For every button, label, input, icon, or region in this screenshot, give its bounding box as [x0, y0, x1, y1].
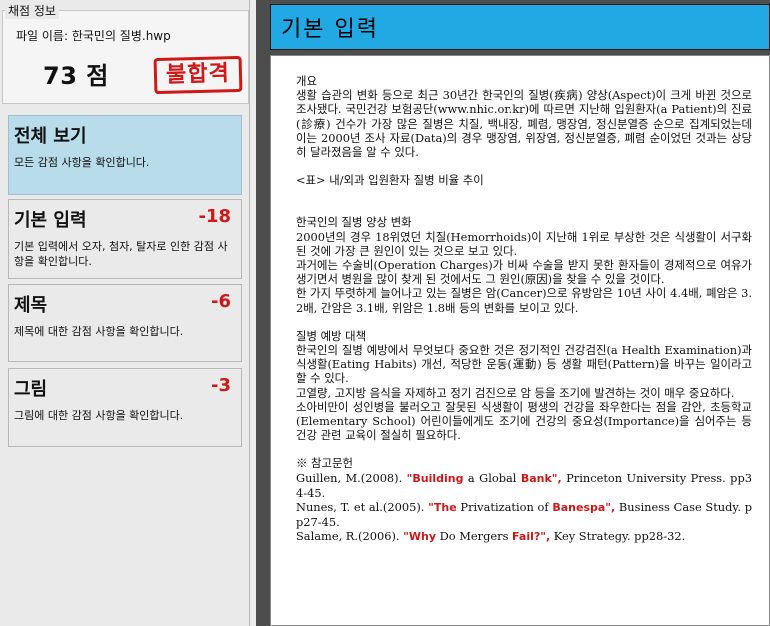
- grading-info-box: 파일 이름: 한국민의 질병.hwp 73 점 불합격: [2, 10, 249, 104]
- doc-paragraph: 한국인의 질병 예방에서 무엇보다 중요한 것은 정기적인 건강검진(a Hea…: [296, 343, 752, 386]
- card-description: 제목에 대한 감점 사항을 확인합니다.: [14, 325, 184, 338]
- figure-card[interactable]: 그림 -3 그림에 대한 감점 사항을 확인합니다.: [8, 368, 242, 447]
- doc-paragraph: 한 가지 뚜렷하게 늘어나고 있는 질병은 암(Cancer)으로 유방암은 1…: [296, 286, 752, 315]
- document-viewer: 기본 입력 개요 생활 습관의 변화 등으로 최근 30년간 한국인의 질병(疾…: [256, 0, 770, 626]
- ref-text: Do Mergers: [436, 529, 513, 544]
- section-title: 기본 입력: [281, 17, 379, 42]
- ref-text: a Global: [463, 470, 521, 485]
- doc-paragraph: 고열량, 고지방 음식을 자제하고 정기 검진으로 암 등을 조기에 발견하는 …: [296, 385, 735, 400]
- title-card[interactable]: 제목 -6 제목에 대한 감점 사항을 확인합니다.: [8, 284, 242, 362]
- references-title: ※ 참고문헌: [296, 456, 353, 471]
- card-description: 그림에 대한 감점 사항을 확인합니다.: [14, 409, 184, 422]
- ref-text: Key Strategy. pp28-32.: [550, 529, 686, 544]
- error-highlight: "Why: [403, 530, 437, 544]
- doc-paragraph: 개요: [296, 74, 317, 88]
- basic-input-card[interactable]: 기본 입력 -18 기본 입력에서 오자, 첨자, 탈자로 인한 감점 사항을 …: [8, 199, 242, 279]
- reference-entry: Guillen, M.(2008). "Building a Global Ba…: [296, 471, 752, 500]
- card-title: 제목: [14, 295, 48, 316]
- doc-paragraph: 2000년의 경우 18위였던 치질(Hemorrhoids)이 지난해 1위로…: [296, 229, 752, 258]
- ref-text: Privatization of: [456, 500, 553, 515]
- card-description: 기본 입력에서 오자, 첨자, 탈자로 인한 감점 사항을 확인합니다.: [14, 240, 228, 268]
- file-name-label: 파일 이름: 한국민의 질병.hwp: [16, 29, 171, 43]
- ref-text: Salame, R.(2006).: [296, 529, 404, 544]
- grading-panel: 채점 정보 파일 이름: 한국민의 질병.hwp 73 점 불합격 전체 보기 …: [0, 0, 250, 626]
- score-value: 73 점: [43, 62, 109, 90]
- ref-text: Guillen, M.(2008).: [296, 470, 407, 485]
- error-highlight: Bank",: [520, 471, 562, 485]
- doc-paragraph: 한국인의 질병 양상 변화: [296, 215, 412, 230]
- reference-entry: Nunes, T. et al.(2005). "The Privatizati…: [296, 500, 752, 529]
- error-highlight: Fail?",: [512, 530, 551, 544]
- reference-entry: Salame, R.(2006). "Why Do Mergers Fail?"…: [296, 529, 752, 544]
- ref-text: Nunes, T. et al.(2005).: [296, 500, 429, 515]
- card-title: 기본 입력: [14, 210, 87, 231]
- error-highlight: Banespa",: [552, 501, 616, 515]
- doc-paragraph: <표> 내/외과 입원환자 질병 비율 추이: [296, 173, 484, 188]
- deduction-value: -18: [198, 206, 231, 227]
- doc-paragraph: 소아비만이 성인병을 불러오고 잘못된 식생활이 평생의 건강을 좌우한다는 점…: [296, 399, 752, 443]
- error-highlight: "The: [428, 501, 457, 515]
- fail-stamp: 불합격: [153, 55, 243, 95]
- deduction-value: -3: [211, 375, 231, 396]
- doc-paragraph: 생활 습관의 변화 등으로 최근 30년간 한국인의 질병(疾病) 양상(Asp…: [296, 88, 752, 160]
- section-header: 기본 입력: [270, 4, 770, 50]
- error-highlight: "Building: [406, 471, 464, 485]
- document-page[interactable]: 개요 생활 습관의 변화 등으로 최근 30년간 한국인의 질병(疾病) 양상(…: [270, 55, 770, 626]
- doc-paragraph: 질병 예방 대책: [296, 328, 367, 343]
- card-description: 모든 감점 사항을 확인합니다.: [14, 156, 150, 169]
- doc-paragraph: 과거에는 수술비(Operation Charges)가 비싸 수술을 받지 못…: [296, 258, 752, 287]
- card-title: 그림: [14, 379, 48, 400]
- deduction-value: -6: [211, 291, 231, 312]
- grading-info-legend: 채점 정보: [5, 2, 59, 19]
- card-title: 전체 보기: [14, 126, 87, 147]
- view-all-card[interactable]: 전체 보기 모든 감점 사항을 확인합니다.: [8, 115, 242, 195]
- document-body: 개요 생활 습관의 변화 등으로 최근 30년간 한국인의 질병(疾病) 양상(…: [296, 74, 752, 545]
